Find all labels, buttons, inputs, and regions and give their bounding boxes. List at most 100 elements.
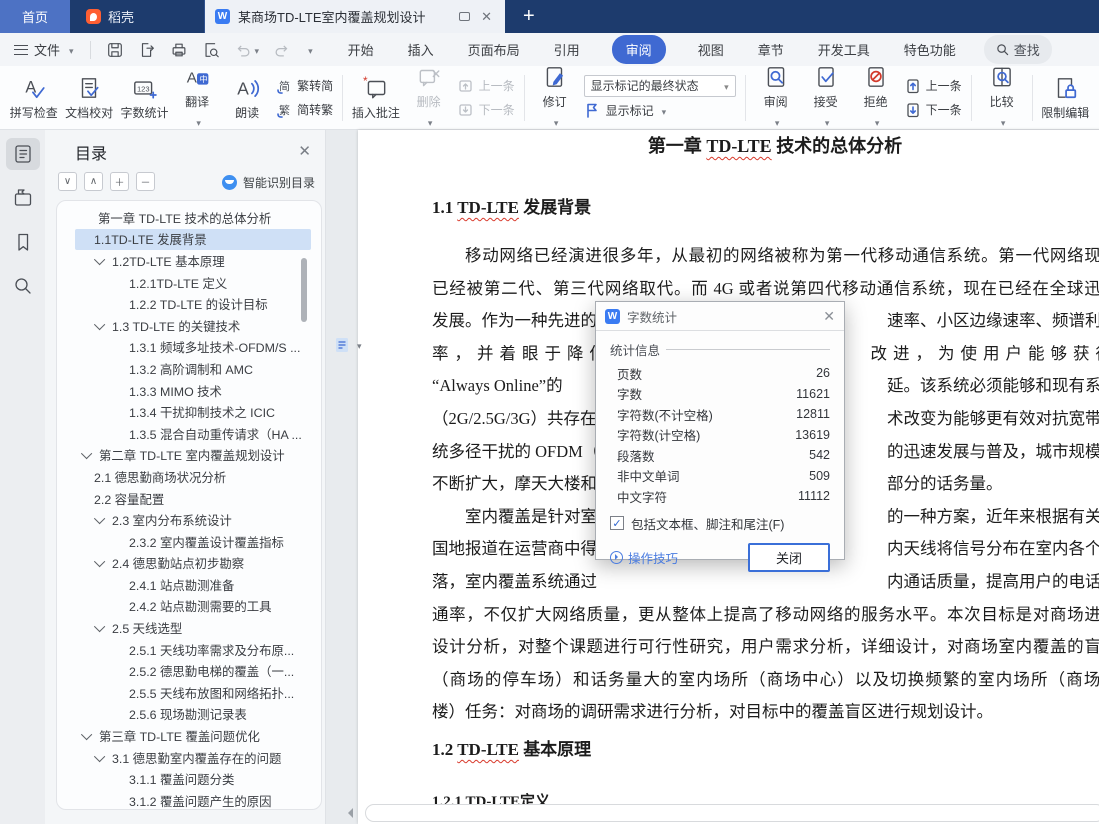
toc-close-icon[interactable]: ✕ [298, 142, 311, 160]
tab-docer[interactable]: 稻壳 [70, 0, 205, 33]
expand-down-button[interactable]: ∨ [58, 172, 77, 191]
menu-tab-dev-tools[interactable]: 开发工具 [816, 36, 872, 63]
include-footnotes-checkbox-row[interactable]: ✓ 包括文本框、脚注和尾注(F) [610, 514, 830, 533]
page-settings-button[interactable] [333, 336, 362, 354]
next-change-button[interactable]: 下一条 [905, 100, 962, 120]
toc-item[interactable]: 1.1TD-LTE 发展背景 [75, 228, 311, 251]
toc-item[interactable]: 2.4.1 站点勘测准备 [75, 574, 311, 596]
simp-to-trad-button[interactable]: 繁 简转繁 [276, 100, 333, 120]
trad-to-simp-button[interactable]: 简 繁转简 [276, 76, 333, 96]
markup-state-select[interactable]: 显示标记的最终状态 [583, 74, 736, 97]
close-button[interactable]: 关闭 [748, 542, 830, 572]
bookmark-pane-button[interactable] [6, 226, 40, 258]
file-menu-button[interactable]: 文件 [0, 40, 82, 59]
dialog-close-icon[interactable]: ✕ [823, 308, 835, 325]
accept-button[interactable]: 接受 [801, 60, 851, 135]
next-comment-button[interactable]: 下一条 [458, 100, 515, 120]
smart-toc-button[interactable]: 智能识别目录 [221, 174, 315, 191]
toc-item[interactable]: 2.5.1 天线功率需求及分布原... [75, 639, 311, 661]
reject-button[interactable]: 拒绝 [851, 60, 901, 135]
collapse-all-button[interactable]: － [136, 172, 155, 191]
chevron-down-icon[interactable] [93, 750, 106, 762]
collapse-up-button[interactable]: ∧ [84, 172, 103, 191]
compare-button[interactable]: 比较 [977, 60, 1027, 135]
toc-item[interactable]: 2.5.6 现场勘测记录表 [75, 704, 311, 726]
toc-item[interactable]: 2.3 室内分布系统设计 [75, 509, 311, 531]
new-tab-button[interactable]: + [505, 0, 553, 33]
chevron-down-icon[interactable] [93, 621, 106, 633]
toc-item[interactable]: 第三章 TD-LTE 覆盖问题优化 [75, 725, 311, 747]
toc-item[interactable]: 1.3.2 高阶调制和 AMC [75, 358, 311, 380]
tab-home[interactable]: 首页 [0, 0, 70, 33]
print-button[interactable] [163, 41, 195, 59]
task-pane-button[interactable] [6, 182, 40, 214]
insert-comment-button[interactable]: * 插入批注 [348, 71, 403, 125]
outline-pane-button[interactable] [5, 138, 40, 170]
toc-item[interactable]: 2.4 德思勤站点初步勘察 [75, 553, 311, 575]
track-changes-button[interactable]: 修订 [530, 60, 580, 135]
tab-close-icon[interactable]: ✕ [478, 9, 495, 25]
toc-item[interactable]: 1.2TD-LTE 基本原理 [75, 250, 311, 272]
toolbar-more-button[interactable] [298, 42, 320, 57]
dialog-titlebar[interactable]: W 字数统计 ✕ [596, 302, 844, 331]
toc-item[interactable]: 1.3 TD-LTE 的关键技术 [75, 315, 311, 337]
toc-item[interactable]: 1.2.2 TD-LTE 的设计目标 [75, 293, 311, 315]
chevron-down-icon[interactable] [93, 253, 106, 266]
review-button[interactable]: 审阅 [751, 60, 801, 135]
toc-scrollbar-thumb[interactable] [301, 258, 307, 322]
doc-proof-button[interactable]: 文档校对 [61, 71, 116, 125]
save-button[interactable] [99, 41, 131, 59]
chevron-down-icon[interactable] [93, 556, 106, 568]
tab-document[interactable]: W 某商场TD-LTE室内覆盖规划设计 ✕ [205, 0, 505, 33]
menu-tab-insert[interactable]: 插入 [406, 36, 436, 63]
print-preview-button[interactable] [195, 41, 227, 59]
toc-item[interactable]: 2.4.2 站点勘测需要的工具 [75, 596, 311, 618]
search-pane-button[interactable] [6, 270, 40, 302]
prev-comment-button[interactable]: 上一条 [458, 76, 515, 96]
chevron-down-icon[interactable] [80, 728, 93, 741]
horizontal-scrollbar[interactable] [365, 804, 1099, 822]
prev-change-button[interactable]: 上一条 [905, 76, 962, 96]
delete-comment-button[interactable]: 删除 [404, 60, 454, 135]
toc-item[interactable]: 2.3.2 室内覆盖设计覆盖指标 [75, 531, 311, 553]
translate-button[interactable]: A中 翻译 [172, 60, 222, 135]
read-aloud-button[interactable]: A 朗读 [222, 71, 272, 125]
toc-item[interactable]: 第一章 TD-LTE 技术的总体分析 [75, 207, 311, 229]
toc-item[interactable]: 1.3.1 频域多址技术-OFDM/S ... [75, 337, 311, 359]
toc-item[interactable]: 3.1 德思勤室内覆盖存在的问题 [75, 747, 311, 769]
toc-item[interactable]: 1.3.5 混合自动重传请求（HA ... [75, 423, 311, 445]
tips-link[interactable]: 操作技巧 [610, 548, 678, 567]
chevron-down-icon[interactable] [93, 513, 106, 525]
menu-tab-start[interactable]: 开始 [346, 36, 376, 63]
toc-item[interactable]: 1.2.1TD-LTE 定义 [75, 272, 311, 294]
checkbox-checked-icon[interactable]: ✓ [610, 516, 624, 530]
menu-tab-section[interactable]: 章节 [756, 36, 786, 63]
menu-tab-special-features[interactable]: 特色功能 [902, 36, 958, 63]
expand-all-button[interactable]: ＋ [110, 172, 129, 191]
chevron-down-icon[interactable] [93, 318, 106, 331]
toc-item[interactable]: 2.5.2 德思勤电梯的覆盖（一... [75, 660, 311, 682]
menu-tab-review-active[interactable]: 审阅 [611, 35, 666, 64]
toc-item[interactable]: 2.5 天线选型 [75, 617, 311, 639]
show-markup-button[interactable]: 显示标记 [584, 101, 736, 121]
toc-item[interactable]: 第二章 TD-LTE 室内覆盖规划设计 [75, 445, 311, 467]
toc-item[interactable]: 1.3.4 干扰抑制技术之 ICIC [75, 401, 311, 423]
menu-tab-page-layout[interactable]: 页面布局 [466, 36, 522, 63]
tab-preview-icon[interactable] [459, 12, 471, 21]
menu-tab-view[interactable]: 视图 [696, 36, 726, 63]
redo-button[interactable] [266, 41, 298, 59]
restrict-edit-button[interactable]: 限制编辑 [1038, 71, 1093, 125]
toc-item[interactable]: 2.1 德思勤商场状况分析 [75, 466, 311, 488]
spell-check-button[interactable]: A 拼写检查 [6, 71, 61, 125]
toc-item[interactable]: 3.1.2 覆盖问题产生的原因 [75, 790, 311, 809]
word-count-button[interactable]: 123 字数统计 [117, 71, 172, 125]
undo-button[interactable] [227, 41, 267, 59]
toc-item[interactable]: 1.3.3 MIMO 技术 [75, 380, 311, 402]
toc-item[interactable]: 2.2 容量配置 [75, 488, 311, 510]
toc-item[interactable]: 2.5.5 天线布放图和网络拓扑... [75, 682, 311, 704]
export-button[interactable] [131, 41, 163, 59]
menu-tab-references[interactable]: 引用 [552, 36, 582, 63]
chevron-down-icon[interactable] [80, 448, 93, 460]
scroll-left-arrow[interactable] [343, 808, 353, 818]
toc-item[interactable]: 3.1.1 覆盖问题分类 [75, 768, 311, 790]
